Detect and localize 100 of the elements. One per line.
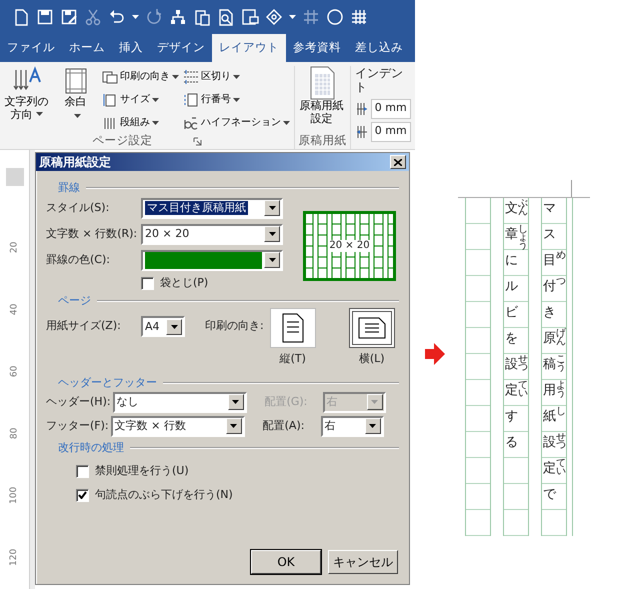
field-label: 配置(A):	[262, 419, 306, 433]
manuscript-character: マ	[543, 202, 556, 216]
paper-size-dropdown[interactable]: A4	[141, 316, 185, 337]
dropdown[interactable]: 文字数 × 行数	[110, 416, 245, 436]
ribbon-button[interactable]: ハイフネーション	[182, 112, 292, 133]
screen-icon[interactable]	[241, 8, 259, 26]
caret-icon	[371, 400, 378, 404]
orientation-label: 横(L)	[358, 352, 385, 366]
checkbox-label[interactable]: 禁則処理を行う(U)	[95, 464, 189, 478]
circle-icon[interactable]	[326, 8, 344, 26]
page-break-icon	[183, 68, 200, 84]
manuscript-character: 付	[543, 280, 556, 294]
grid-icon[interactable]	[350, 8, 368, 26]
manuscript-character: 文	[505, 202, 518, 216]
ribbon-button[interactable]: 区切り	[182, 66, 242, 87]
caret-icon	[232, 400, 240, 404]
section-heading: 罫線	[58, 181, 80, 195]
orientation-button[interactable]	[270, 308, 316, 348]
manuscript-character: 紙	[543, 410, 556, 424]
undo-icon[interactable]	[108, 8, 126, 26]
caret-icon	[233, 98, 240, 102]
preview-label: 20 × 20	[328, 240, 371, 252]
manuscript-character: 原	[543, 332, 556, 346]
group-label: インデント	[354, 66, 404, 95]
manuscript-character: 設	[505, 358, 518, 372]
save-edit-icon[interactable]	[60, 8, 78, 26]
caret-icon	[152, 120, 160, 124]
caret-icon	[369, 424, 376, 428]
ribbon-button[interactable]: 段組み	[101, 112, 160, 133]
ruler-number: 120	[9, 548, 20, 566]
manuscript-character: 用	[543, 384, 556, 398]
dialog-button[interactable]: OK	[251, 550, 321, 574]
close-button[interactable]	[390, 155, 406, 169]
manuscript-character: 定	[505, 384, 518, 398]
shape-icon[interactable]	[265, 8, 283, 26]
ruler-number: 100	[9, 486, 20, 504]
manuscript-character: ビ	[505, 306, 518, 320]
ribbon-button[interactable]: 文字列の方向	[3, 66, 50, 133]
checkbox[interactable]	[76, 488, 89, 502]
ribbon-tab[interactable]: レイアウト	[212, 34, 286, 62]
dialog-button[interactable]: キャンセル	[328, 550, 398, 574]
field-label: 用紙サイズ(Z):	[46, 319, 122, 332]
hyphenation-icon	[183, 114, 200, 130]
manuscript-character: 章	[505, 228, 518, 242]
checkbox[interactable]	[76, 464, 89, 478]
close-icon	[394, 158, 402, 166]
grid-size-dropdown[interactable]: 20 × 20	[141, 224, 283, 244]
ruby-text: こう	[556, 356, 566, 372]
ribbon-tab[interactable]: 挿入	[112, 34, 150, 62]
group-label: 原稿用紙	[298, 134, 346, 148]
indent-left-icon	[354, 102, 368, 116]
checkbox[interactable]	[141, 276, 154, 290]
checkmark-icon	[78, 491, 87, 499]
ruby-text: せつ	[518, 356, 528, 372]
caret-icon	[230, 424, 238, 428]
color-dropdown[interactable]	[141, 250, 283, 270]
ruby-text: め	[556, 252, 566, 260]
ruler-number: 20	[9, 241, 20, 253]
orientation-icon	[102, 68, 118, 84]
hierarchy-icon[interactable]	[169, 8, 187, 26]
ribbon-button[interactable]: サイズ	[101, 89, 160, 110]
alignment-dropdown[interactable]: 右	[320, 416, 384, 436]
indent-field[interactable]: 0 mm	[370, 98, 411, 119]
page-magnifier-icon[interactable]	[217, 8, 235, 26]
ribbon-tab[interactable]: デザイン	[150, 34, 212, 62]
ribbon-button[interactable]: 印刷の向き	[101, 66, 180, 87]
ruby-text: げん	[556, 330, 566, 346]
style-dropdown[interactable]: マス目付き原稿用紙	[141, 198, 283, 218]
ribbon-button[interactable]: 原稿用紙設定	[298, 66, 346, 133]
manuscript-character: 設	[543, 436, 556, 450]
ruby-text: せつ	[556, 434, 566, 450]
ruler-number: 80	[9, 427, 20, 439]
checkbox-label[interactable]: 句読点のぶら下げを行う(N)	[95, 488, 233, 502]
caret-icon	[268, 232, 276, 236]
ribbon-button[interactable]: 余白	[52, 66, 100, 133]
dropdown[interactable]: なし	[112, 392, 247, 412]
indent-field[interactable]: 0 mm	[370, 122, 411, 142]
ribbon-button[interactable]: 行番号	[182, 89, 242, 110]
ruby-text: よう	[556, 382, 566, 398]
manuscript-character: き	[543, 306, 556, 320]
field-label: 罫線の色(C):	[46, 253, 111, 267]
ribbon-tab[interactable]: 参考資料	[286, 34, 348, 62]
manuscript-character: 定	[543, 462, 556, 476]
ribbon-tab[interactable]: ファイル	[0, 34, 62, 62]
manuscript-character: 目	[543, 254, 556, 268]
ruby-text: し	[556, 408, 566, 416]
field-label: 印刷の向き:	[205, 319, 265, 332]
group-label: ページ設定	[92, 134, 153, 148]
clipboard-icon[interactable]	[193, 8, 211, 26]
save-icon[interactable]	[36, 8, 54, 26]
launcher-icon[interactable]	[192, 136, 202, 146]
manuscript-character: ス	[543, 228, 556, 242]
indent-right-icon	[354, 124, 368, 139]
ribbon-tab[interactable]: 差し込み	[348, 34, 410, 62]
ribbon-tab[interactable]: ホーム	[62, 34, 112, 62]
ruby-text: てい	[518, 382, 528, 398]
manuscript-character: を	[505, 332, 518, 346]
orientation-button[interactable]	[348, 308, 395, 348]
caret-icon	[74, 114, 81, 118]
checkbox-label[interactable]: 袋とじ(P)	[160, 276, 208, 290]
